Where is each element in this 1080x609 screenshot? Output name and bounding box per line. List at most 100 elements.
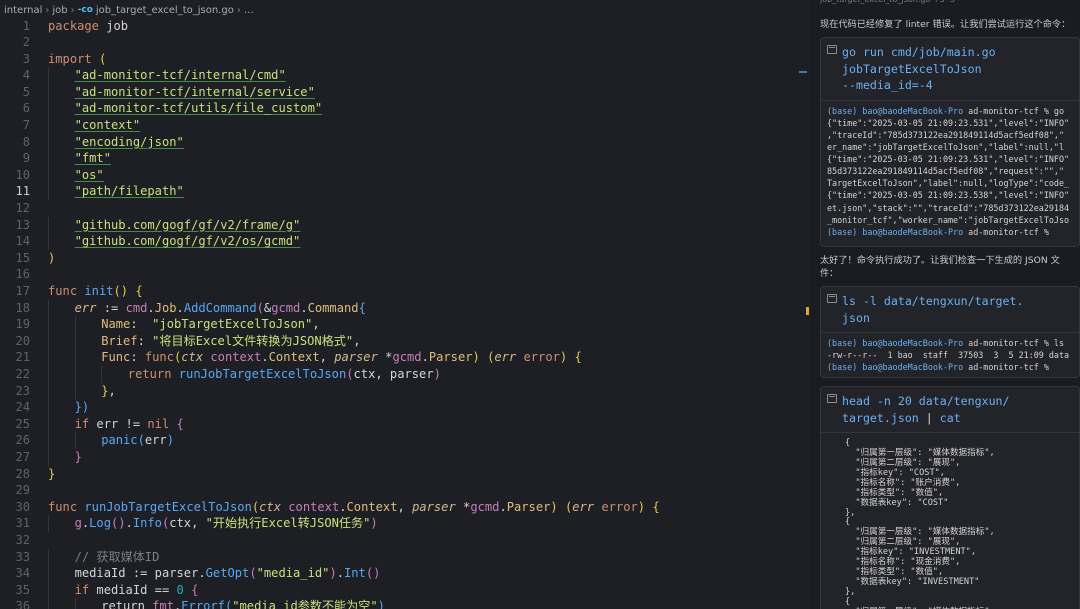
code-line[interactable]: 20 Brief: "将目标Excel文件转换为JSON格式", bbox=[0, 332, 810, 350]
code-token: "encoding/json" bbox=[74, 134, 184, 149]
output-line: (base) bao@baodeMacBook-Pro ad-monitor-t… bbox=[827, 361, 1073, 373]
terminal-card-3[interactable]: head -n 20 data/tengxun/ target.json | c… bbox=[820, 386, 1080, 609]
code-line[interactable]: 15) bbox=[0, 250, 810, 267]
indent-guide bbox=[101, 365, 103, 383]
code-line[interactable]: 25 if err != nil { bbox=[0, 415, 810, 433]
code-line[interactable]: 14 "github.com/gogf/gf/v2/os/gcmd" bbox=[0, 233, 810, 250]
code-line[interactable]: 1 package job bbox=[0, 18, 810, 35]
json-output: { "归属第一层级": "媒体数据指标", "归属第二层级": "展现", "指… bbox=[845, 438, 995, 609]
breadcrumb-item-internal[interactable]: internal bbox=[4, 5, 42, 16]
code-token: , bbox=[312, 317, 320, 332]
code-line[interactable]: 18 err := cmd.Job.AddCommand(&gcmd.Comman… bbox=[0, 299, 810, 317]
code-line[interactable]: 16 bbox=[0, 266, 810, 283]
code-line[interactable]: 35 if mediaId == 0 { bbox=[0, 581, 810, 599]
chevron-right-icon: › bbox=[45, 4, 50, 16]
code-line[interactable]: 4 "ad-monitor-tcf/internal/cmd" bbox=[0, 67, 810, 84]
terminal-card-1[interactable]: go run cmd/job/main.go jobTargetExcelToJ… bbox=[820, 37, 1080, 247]
code-line[interactable]: 11 "path/filepath" bbox=[0, 183, 810, 201]
code-line[interactable]: 27} bbox=[0, 448, 810, 466]
terminal-card-2[interactable]: ls -l data/tengxun/target. json (base) b… bbox=[820, 286, 1080, 378]
code-line[interactable]: 24}) bbox=[0, 399, 810, 416]
indent-guide bbox=[48, 67, 49, 84]
indent-guide bbox=[48, 581, 49, 599]
code-line[interactable]: 2 bbox=[0, 34, 810, 51]
code-line[interactable]: 12 bbox=[0, 200, 810, 217]
code-token: context bbox=[288, 499, 340, 514]
terminal-icon bbox=[827, 394, 837, 403]
code-token: return bbox=[101, 599, 153, 609]
code-token: Command bbox=[307, 300, 359, 315]
code-line[interactable]: 17 func init() { bbox=[0, 283, 810, 300]
terminal-command[interactable]: go run cmd/job/main.go jobTargetExcelToJ… bbox=[821, 38, 1079, 101]
code-token: Int bbox=[344, 566, 366, 581]
indent-guide bbox=[48, 117, 49, 134]
code-token: nil bbox=[147, 416, 170, 431]
code-text: err := cmd.Job.AddCommand(&gcmd.Command{ bbox=[75, 300, 366, 317]
code-text: "path/filepath" bbox=[75, 183, 184, 200]
code-line[interactable]: 21 Func: func(ctx context.Context, parser… bbox=[0, 349, 810, 366]
line-number: 22 bbox=[15, 366, 30, 381]
code-line[interactable]: 36 return fmt.Errorf("media_id参数不能为空") bbox=[0, 598, 810, 609]
code-text: }) bbox=[75, 399, 90, 416]
code-editor[interactable]: internal › job › -co job_target_excel_to… bbox=[0, 0, 810, 609]
code-line[interactable]: 34 mediaId := parser.GetOpt("media_id").I… bbox=[0, 565, 810, 582]
code-token: "ad-monitor-tcf/utils/file_custom" bbox=[74, 101, 323, 116]
line-number: 26 bbox=[15, 433, 30, 448]
output-token: ad-monitor-tcf % go bbox=[963, 105, 1064, 116]
code-line[interactable]: 23}, bbox=[0, 382, 810, 400]
code-token: Info bbox=[132, 516, 162, 531]
command-text: go run cmd/job/main.go jobTargetExcelToJ… bbox=[842, 45, 996, 93]
code-line[interactable]: 13 "github.com/gogf/gf/v2/frame/g" bbox=[0, 216, 810, 234]
code-token: := bbox=[96, 300, 126, 315]
code-token: * bbox=[377, 350, 393, 365]
line-number: 17 bbox=[15, 284, 30, 298]
code-text: func init() { bbox=[48, 283, 143, 300]
code-line[interactable]: 6 "ad-monitor-tcf/utils/file_custom" bbox=[0, 100, 810, 118]
chat-panel[interactable]: job_target_excel_to_json.go +5 -5 现在代码已经… bbox=[810, 0, 1080, 609]
code-token: Func bbox=[101, 350, 131, 365]
code-line[interactable]: 32 bbox=[0, 532, 810, 549]
code-token: { bbox=[191, 582, 199, 597]
terminal-command[interactable]: ls -l data/tengxun/target. json bbox=[821, 287, 1079, 334]
file-change-summary[interactable]: job_target_excel_to_json.go +5 -5 bbox=[820, 0, 1080, 7]
output-line: _monitor_tcf","worker_name":"jobTargetEx… bbox=[827, 214, 1073, 226]
code-line[interactable]: 9 "fmt" bbox=[0, 150, 810, 167]
code-lines[interactable]: 1 package job 2 3 import (4 "ad-monitor-tcf/i… bbox=[0, 18, 810, 609]
breadcrumb-item-file[interactable]: job_target_excel_to_json.go bbox=[96, 5, 234, 16]
scrollbar-warning-marker bbox=[806, 307, 809, 315]
breadcrumb-item-more[interactable]: … bbox=[244, 5, 254, 16]
code-line[interactable]: 5 "ad-monitor-tcf/internal/service" bbox=[0, 83, 810, 101]
code-token: gcmd bbox=[271, 300, 301, 315]
terminal-command[interactable]: head -n 20 data/tengxun/ target.json | c… bbox=[821, 387, 1079, 434]
code-line[interactable]: 28} bbox=[0, 466, 810, 483]
code-token: runJobTargetExcelToJson bbox=[178, 366, 347, 381]
line-number: 7 bbox=[22, 118, 30, 133]
line-number: 31 bbox=[15, 516, 30, 531]
assistant-message-1: 现在代码已经修复了 linter 错误。让我们尝试运行这个命令： bbox=[820, 19, 1071, 30]
code-line[interactable]: 3 import ( bbox=[0, 51, 810, 68]
code-line[interactable]: 8 "encoding/json" bbox=[0, 133, 810, 151]
code-line[interactable]: 22 return runJobTargetExcelToJson(ctx, pa… bbox=[0, 365, 810, 383]
output-token: (base) bbox=[827, 226, 863, 237]
code-line[interactable]: 30 func runJobTargetExcelToJson(ctx conte… bbox=[0, 499, 810, 516]
code-line[interactable]: 31 g.Log().Info(ctx, "开始执行Excel转JSON任务") bbox=[0, 515, 810, 532]
code-line[interactable]: 10 "os" bbox=[0, 166, 810, 184]
code-token: ) bbox=[370, 516, 378, 531]
code-line[interactable]: 7 "context" bbox=[0, 117, 810, 134]
code-token: ctx, bbox=[169, 516, 206, 531]
indent-guide bbox=[48, 365, 49, 383]
code-text: package job bbox=[48, 18, 128, 35]
code-line[interactable]: 29 bbox=[0, 482, 810, 499]
breadcrumb-item-job[interactable]: job bbox=[52, 5, 67, 16]
code-line[interactable]: 33 // 获取媒体ID bbox=[0, 548, 810, 566]
indent-guide bbox=[48, 133, 49, 151]
output-line: -rw-r--r-- 1 bao staff 37503 3 5 21:09 d… bbox=[827, 349, 1073, 361]
code-token: () bbox=[111, 516, 126, 531]
code-text: Brief: "将目标Excel文件转换为JSON格式", bbox=[101, 333, 360, 350]
code-line[interactable]: 26 panic(err) bbox=[0, 432, 810, 449]
code-line[interactable]: 19 Name: "jobTargetExcelToJson", bbox=[0, 316, 810, 333]
